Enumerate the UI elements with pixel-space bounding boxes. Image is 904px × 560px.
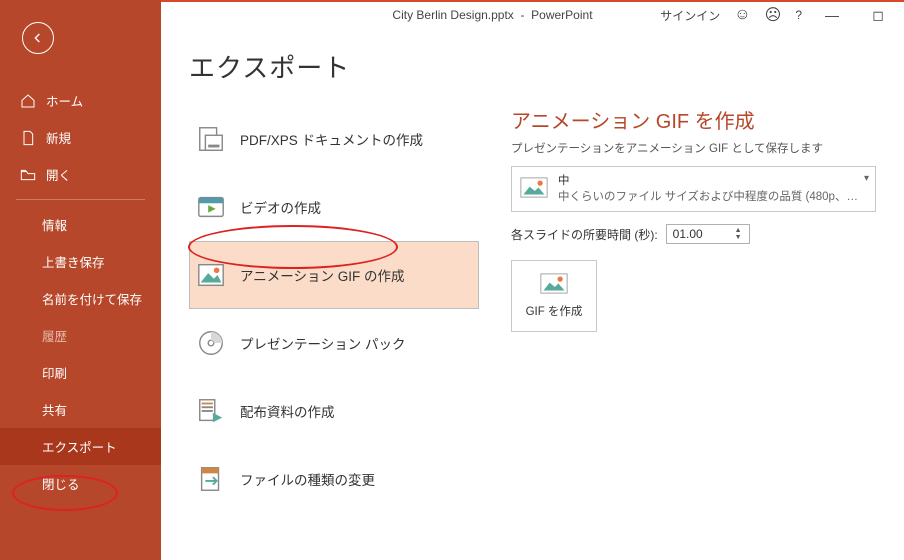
detail-desc: プレゼンテーションをアニメーション GIF として保存します <box>511 140 876 156</box>
sidebar-item-export[interactable]: エクスポート <box>0 428 161 465</box>
option-filetype[interactable]: ファイルの種類の変更 <box>189 445 479 513</box>
home-icon <box>20 93 36 109</box>
option-label: ファイルの種類の変更 <box>240 469 375 489</box>
back-button[interactable] <box>22 22 54 54</box>
spinner-arrows-icon[interactable]: ▲▼ <box>735 225 747 243</box>
sidebar-item-close[interactable]: 閉じる <box>0 465 161 502</box>
handout-icon <box>196 396 226 426</box>
help-button[interactable]: ? <box>795 8 802 22</box>
quality-label: 中 <box>558 173 858 189</box>
smile-icon[interactable]: ☺ <box>734 6 750 24</box>
create-gif-button[interactable]: GIF を作成 <box>511 260 597 332</box>
sidebar-label: 開く <box>46 165 71 184</box>
document-icon <box>20 130 36 146</box>
option-label: アニメーション GIF の作成 <box>240 265 404 285</box>
slide-thumb-icon <box>520 177 548 201</box>
filename: City Berlin Design.pptx <box>392 8 513 22</box>
video-icon <box>196 192 226 222</box>
sidebar-item-saveas[interactable]: 名前を付けて保存 <box>0 280 161 317</box>
duration-value: 01.00 <box>673 227 703 241</box>
disc-icon <box>196 328 226 358</box>
option-label: プレゼンテーション パック <box>240 333 405 353</box>
main-panel: エクスポート PDF/XPS ドキュメントの作成 ビデオの作成 アニメーション … <box>161 28 904 560</box>
option-handout[interactable]: 配布資料の作成 <box>189 377 479 445</box>
minimize-button[interactable]: — <box>816 7 848 23</box>
sidebar-label: 印刷 <box>42 363 67 382</box>
option-label: ビデオの作成 <box>240 197 321 217</box>
image-icon <box>196 260 226 290</box>
title-bar: City Berlin Design.pptx - PowerPoint サイン… <box>161 2 904 28</box>
chevron-down-icon: ▾ <box>864 173 869 184</box>
duration-spinner[interactable]: 01.00 ▲▼ <box>666 224 750 244</box>
option-gif[interactable]: アニメーション GIF の作成 <box>189 241 479 309</box>
sidebar-item-save[interactable]: 上書き保存 <box>0 243 161 280</box>
app-name: PowerPoint <box>531 8 592 22</box>
sidebar-label: 上書き保存 <box>42 252 105 271</box>
quality-sub: 中くらいのファイル サイズおよび中程度の品質 (480p、15f… <box>558 189 858 205</box>
sidebar-item-print[interactable]: 印刷 <box>0 354 161 391</box>
sidebar-item-home[interactable]: ホーム <box>0 82 161 119</box>
sidebar-label: 情報 <box>42 215 67 234</box>
image-icon <box>540 273 568 297</box>
sidebar-label: 名前を付けて保存 <box>42 289 142 308</box>
sidebar-label: エクスポート <box>42 437 117 456</box>
quality-dropdown[interactable]: 中 中くらいのファイル サイズおよび中程度の品質 (480p、15f… ▾ <box>511 166 876 212</box>
sidebar-label: ホーム <box>46 91 83 110</box>
window-title: City Berlin Design.pptx - PowerPoint <box>392 8 592 22</box>
frown-icon[interactable]: ☹ <box>765 5 782 25</box>
sidebar-label: 新規 <box>46 128 71 147</box>
folder-open-icon <box>20 167 36 183</box>
arrow-left-icon <box>30 30 46 46</box>
change-filetype-icon <box>196 464 226 494</box>
option-package[interactable]: プレゼンテーション パック <box>189 309 479 377</box>
page-title: エクスポート <box>189 48 876 85</box>
sidebar-item-share[interactable]: 共有 <box>0 391 161 428</box>
option-video[interactable]: ビデオの作成 <box>189 173 479 241</box>
sidebar-item-open[interactable]: 開く <box>0 156 161 193</box>
sidebar-item-new[interactable]: 新規 <box>0 119 161 156</box>
backstage-sidebar: ホーム 新規 開く 情報 上書き保存 名前を付けて保存 履歴 印刷 共有 エクス… <box>0 0 161 560</box>
option-pdf-xps[interactable]: PDF/XPS ドキュメントの作成 <box>189 105 479 173</box>
export-options-list: PDF/XPS ドキュメントの作成 ビデオの作成 アニメーション GIF の作成… <box>189 105 479 513</box>
button-label: GIF を作成 <box>526 303 583 319</box>
option-label: PDF/XPS ドキュメントの作成 <box>240 129 423 149</box>
maximize-button[interactable]: ◻ <box>862 7 894 24</box>
duration-label: 各スライドの所要時間 (秒): <box>511 226 658 243</box>
sidebar-item-info[interactable]: 情報 <box>0 206 161 243</box>
sidebar-label: 共有 <box>42 400 67 419</box>
export-detail-panel: アニメーション GIF を作成 プレゼンテーションをアニメーション GIF とし… <box>511 105 876 513</box>
pdf-icon <box>196 124 226 154</box>
signin-link[interactable]: サインイン <box>660 7 720 24</box>
sidebar-label: 閉じる <box>42 474 80 493</box>
detail-title: アニメーション GIF を作成 <box>511 105 876 134</box>
sidebar-label: 履歴 <box>42 326 67 345</box>
option-label: 配布資料の作成 <box>240 401 335 421</box>
sidebar-item-history: 履歴 <box>0 317 161 354</box>
